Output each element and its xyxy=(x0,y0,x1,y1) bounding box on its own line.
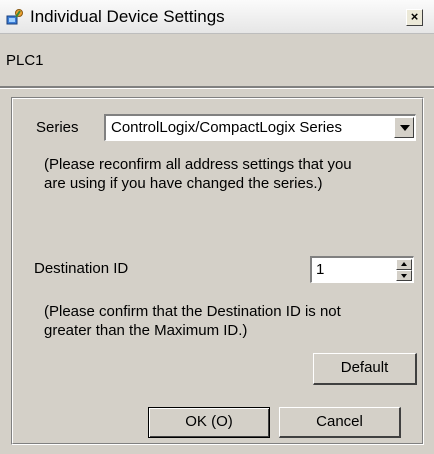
destination-id-value: 1 xyxy=(316,261,325,278)
series-value: ControlLogix/CompactLogix Series xyxy=(111,119,342,136)
series-note: (Please reconfirm all address settings t… xyxy=(44,155,352,193)
spin-down-button[interactable] xyxy=(396,270,412,281)
destination-id-label: Destination ID xyxy=(34,260,129,277)
close-icon: × xyxy=(410,9,419,24)
destination-note-line2: greater than the Maximum ID.) xyxy=(44,322,248,339)
chevron-down-icon xyxy=(400,125,410,131)
close-button[interactable]: × xyxy=(406,9,423,26)
series-note-line2: are using if you have changed the series… xyxy=(44,175,323,192)
spin-down-icon xyxy=(401,274,407,278)
cancel-button[interactable]: Cancel xyxy=(279,407,401,438)
device-header: PLC1 xyxy=(0,34,434,86)
device-settings-icon xyxy=(6,8,24,26)
spin-up-icon xyxy=(401,262,407,266)
destination-note: (Please confirm that the Destination ID … xyxy=(44,302,341,340)
header-divider xyxy=(0,86,434,89)
series-note-line1: (Please reconfirm all address settings t… xyxy=(44,156,352,173)
device-name: PLC1 xyxy=(6,52,44,69)
series-label: Series xyxy=(36,119,79,136)
title-bar: Individual Device Settings × xyxy=(0,0,434,34)
destination-id-stepper[interactable]: 1 xyxy=(310,256,414,283)
spin-up-button[interactable] xyxy=(396,259,412,270)
ok-button[interactable]: OK (O) xyxy=(148,407,270,438)
default-button[interactable]: Default xyxy=(313,353,417,385)
series-select[interactable]: ControlLogix/CompactLogix Series xyxy=(104,114,416,141)
destination-note-line1: (Please confirm that the Destination ID … xyxy=(44,303,341,320)
series-dropdown-button[interactable] xyxy=(394,117,414,138)
window-title: Individual Device Settings xyxy=(30,7,225,26)
